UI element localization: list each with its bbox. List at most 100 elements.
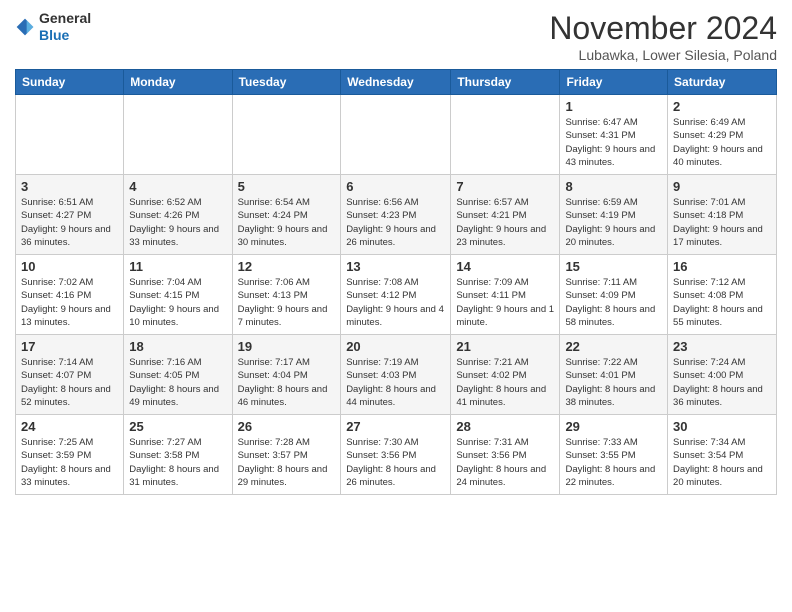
day-info: Sunrise: 7:30 AM Sunset: 3:56 PM Dayligh… (346, 436, 445, 489)
day-cell: 29 Sunrise: 7:33 AM Sunset: 3:55 PM Dayli… (560, 415, 668, 495)
day-number: 7 (456, 179, 554, 194)
weekday-saturday: Saturday (668, 70, 777, 95)
day-cell: 6 Sunrise: 6:56 AM Sunset: 4:23 PM Daylig… (341, 175, 451, 255)
day-info: Sunrise: 7:16 AM Sunset: 4:05 PM Dayligh… (129, 356, 226, 409)
day-number: 18 (129, 339, 226, 354)
day-number: 28 (456, 419, 554, 434)
day-info: Sunrise: 7:17 AM Sunset: 4:04 PM Dayligh… (238, 356, 336, 409)
day-number: 19 (238, 339, 336, 354)
day-cell (451, 95, 560, 175)
day-number: 24 (21, 419, 118, 434)
day-info: Sunrise: 6:51 AM Sunset: 4:27 PM Dayligh… (21, 196, 118, 249)
day-number: 3 (21, 179, 118, 194)
day-info: Sunrise: 7:02 AM Sunset: 4:16 PM Dayligh… (21, 276, 118, 329)
weekday-thursday: Thursday (451, 70, 560, 95)
day-cell: 9 Sunrise: 7:01 AM Sunset: 4:18 PM Daylig… (668, 175, 777, 255)
day-number: 23 (673, 339, 771, 354)
day-number: 15 (565, 259, 662, 274)
day-cell: 25 Sunrise: 7:27 AM Sunset: 3:58 PM Dayli… (124, 415, 232, 495)
day-cell: 22 Sunrise: 7:22 AM Sunset: 4:01 PM Dayli… (560, 335, 668, 415)
week-row-5: 24Sunrise: 7:25 AM Sunset: 3:59 PM Dayli… (16, 415, 777, 495)
week-row-3: 10 Sunrise: 7:02 AM Sunset: 4:16 PM Dayli… (16, 255, 777, 335)
day-cell: 28 Sunrise: 7:31 AM Sunset: 3:56 PM Dayli… (451, 415, 560, 495)
day-cell: 20Sunrise: 7:19 AM Sunset: 4:03 PM Dayli… (341, 335, 451, 415)
day-cell (341, 95, 451, 175)
day-number: 6 (346, 179, 445, 194)
day-info: Sunrise: 7:22 AM Sunset: 4:01 PM Dayligh… (565, 356, 662, 409)
day-number: 17 (21, 339, 118, 354)
day-info: Sunrise: 7:12 AM Sunset: 4:08 PM Dayligh… (673, 276, 771, 329)
calendar-table: SundayMondayTuesdayWednesdayThursdayFrid… (15, 69, 777, 495)
day-cell: 12 Sunrise: 7:06 AM Sunset: 4:13 PM Dayli… (232, 255, 341, 335)
day-number: 8 (565, 179, 662, 194)
day-number: 9 (673, 179, 771, 194)
day-cell: 8 Sunrise: 6:59 AM Sunset: 4:19 PM Daylig… (560, 175, 668, 255)
day-cell: 5 Sunrise: 6:54 AM Sunset: 4:24 PM Daylig… (232, 175, 341, 255)
weekday-wednesday: Wednesday (341, 70, 451, 95)
logo: General Blue (15, 10, 91, 44)
day-cell (124, 95, 232, 175)
day-info: Sunrise: 6:54 AM Sunset: 4:24 PM Dayligh… (238, 196, 336, 249)
day-cell: 11 Sunrise: 7:04 AM Sunset: 4:15 PM Dayli… (124, 255, 232, 335)
day-cell: 17Sunrise: 7:14 AM Sunset: 4:07 PM Dayli… (16, 335, 124, 415)
location-subtitle: Lubawka, Lower Silesia, Poland (549, 47, 777, 63)
day-info: Sunrise: 7:01 AM Sunset: 4:18 PM Dayligh… (673, 196, 771, 249)
header: General Blue November 2024 Lubawka, Lowe… (15, 10, 777, 63)
day-number: 16 (673, 259, 771, 274)
day-number: 22 (565, 339, 662, 354)
day-info: Sunrise: 7:06 AM Sunset: 4:13 PM Dayligh… (238, 276, 336, 329)
day-number: 2 (673, 99, 771, 114)
calendar-container: General Blue November 2024 Lubawka, Lowe… (0, 0, 792, 505)
day-info: Sunrise: 6:56 AM Sunset: 4:23 PM Dayligh… (346, 196, 445, 249)
logo-general: General (39, 10, 91, 27)
logo-icon (15, 17, 35, 37)
day-cell: 27 Sunrise: 7:30 AM Sunset: 3:56 PM Dayli… (341, 415, 451, 495)
day-number: 1 (565, 99, 662, 114)
day-cell (232, 95, 341, 175)
day-info: Sunrise: 7:08 AM Sunset: 4:12 PM Dayligh… (346, 276, 445, 329)
day-number: 26 (238, 419, 336, 434)
day-info: Sunrise: 7:34 AM Sunset: 3:54 PM Dayligh… (673, 436, 771, 489)
week-row-4: 17Sunrise: 7:14 AM Sunset: 4:07 PM Dayli… (16, 335, 777, 415)
day-number: 13 (346, 259, 445, 274)
day-cell: 10 Sunrise: 7:02 AM Sunset: 4:16 PM Dayli… (16, 255, 124, 335)
day-cell: 21 Sunrise: 7:21 AM Sunset: 4:02 PM Dayli… (451, 335, 560, 415)
day-number: 11 (129, 259, 226, 274)
day-info: Sunrise: 7:31 AM Sunset: 3:56 PM Dayligh… (456, 436, 554, 489)
week-row-2: 3 Sunrise: 6:51 AM Sunset: 4:27 PM Daylig… (16, 175, 777, 255)
day-cell: 7Sunrise: 6:57 AM Sunset: 4:21 PM Daylig… (451, 175, 560, 255)
day-number: 4 (129, 179, 226, 194)
day-number: 29 (565, 419, 662, 434)
day-info: Sunrise: 7:04 AM Sunset: 4:15 PM Dayligh… (129, 276, 226, 329)
day-info: Sunrise: 7:27 AM Sunset: 3:58 PM Dayligh… (129, 436, 226, 489)
day-info: Sunrise: 7:33 AM Sunset: 3:55 PM Dayligh… (565, 436, 662, 489)
day-info: Sunrise: 7:11 AM Sunset: 4:09 PM Dayligh… (565, 276, 662, 329)
day-number: 21 (456, 339, 554, 354)
month-title: November 2024 (549, 10, 777, 47)
day-info: Sunrise: 6:52 AM Sunset: 4:26 PM Dayligh… (129, 196, 226, 249)
day-cell: 14Sunrise: 7:09 AM Sunset: 4:11 PM Dayli… (451, 255, 560, 335)
title-block: November 2024 Lubawka, Lower Silesia, Po… (549, 10, 777, 63)
day-info: Sunrise: 7:21 AM Sunset: 4:02 PM Dayligh… (456, 356, 554, 409)
day-number: 10 (21, 259, 118, 274)
day-info: Sunrise: 7:28 AM Sunset: 3:57 PM Dayligh… (238, 436, 336, 489)
day-info: Sunrise: 6:49 AM Sunset: 4:29 PM Dayligh… (673, 116, 771, 169)
day-cell: 2 Sunrise: 6:49 AM Sunset: 4:29 PM Daylig… (668, 95, 777, 175)
weekday-tuesday: Tuesday (232, 70, 341, 95)
week-row-1: 1 Sunrise: 6:47 AM Sunset: 4:31 PM Daylig… (16, 95, 777, 175)
day-info: Sunrise: 7:19 AM Sunset: 4:03 PM Dayligh… (346, 356, 445, 409)
day-cell: 15 Sunrise: 7:11 AM Sunset: 4:09 PM Dayli… (560, 255, 668, 335)
day-info: Sunrise: 6:59 AM Sunset: 4:19 PM Dayligh… (565, 196, 662, 249)
weekday-friday: Friday (560, 70, 668, 95)
day-cell: 24Sunrise: 7:25 AM Sunset: 3:59 PM Dayli… (16, 415, 124, 495)
day-number: 12 (238, 259, 336, 274)
day-number: 25 (129, 419, 226, 434)
day-info: Sunrise: 7:09 AM Sunset: 4:11 PM Dayligh… (456, 276, 554, 329)
day-info: Sunrise: 6:47 AM Sunset: 4:31 PM Dayligh… (565, 116, 662, 169)
day-cell (16, 95, 124, 175)
day-cell: 19 Sunrise: 7:17 AM Sunset: 4:04 PM Dayli… (232, 335, 341, 415)
day-number: 5 (238, 179, 336, 194)
day-cell: 23Sunrise: 7:24 AM Sunset: 4:00 PM Dayli… (668, 335, 777, 415)
day-cell: 13 Sunrise: 7:08 AM Sunset: 4:12 PM Dayli… (341, 255, 451, 335)
day-number: 27 (346, 419, 445, 434)
